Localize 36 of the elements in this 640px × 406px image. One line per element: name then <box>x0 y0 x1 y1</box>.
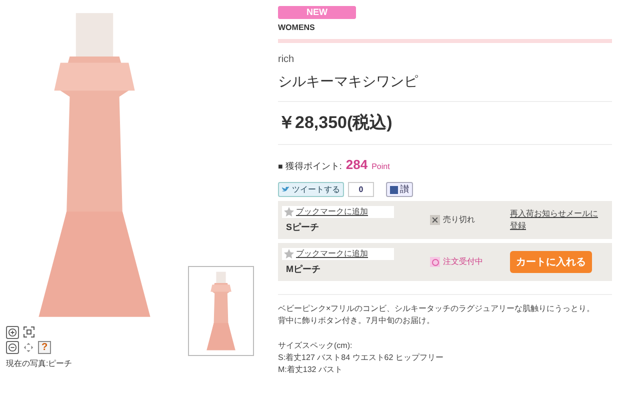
facebook-button[interactable]: 讃 <box>386 182 413 197</box>
new-badge: NEW <box>278 6 356 19</box>
thumbnail[interactable] <box>188 266 254 356</box>
bookmark-link[interactable]: ブックマークに追加 <box>282 248 394 260</box>
photo-caption: 現在の写真:ピーチ <box>6 358 74 370</box>
zoom-out-icon[interactable] <box>6 341 19 354</box>
help-button[interactable]: ? <box>38 341 51 354</box>
restock-notify-link[interactable]: 再入荷お知らせメールに登録 <box>510 208 602 232</box>
zoom-in-icon[interactable] <box>6 326 19 339</box>
spec-line: M:着丈132 バスト <box>278 364 344 376</box>
variant-name: Mピーチ <box>286 262 322 276</box>
tweet-count: 0 <box>348 182 374 197</box>
points-label: ■ 獲得ポイント: <box>278 160 342 172</box>
points-unit: Point <box>372 160 390 172</box>
circle-icon <box>430 257 440 267</box>
bookmark-link[interactable]: ブックマークに追加 <box>282 206 394 218</box>
category-label: WOMENS <box>278 22 316 34</box>
star-icon <box>284 206 294 217</box>
star-icon <box>284 248 294 259</box>
facebook-icon <box>390 186 398 194</box>
specs-title: サイズスペック(cm): <box>278 340 354 352</box>
cross-icon <box>430 215 440 225</box>
description-text: ベビーピンク×フリルのコンビ、シルキータッチのラグジュアリーな肌触りにうっとり。 <box>278 303 596 315</box>
description-text: 背中に飾りボタン付き。7月中旬のお届け。 <box>278 315 436 327</box>
stock-status: 注文受付中 <box>443 256 483 268</box>
move-icon[interactable] <box>23 342 34 353</box>
price: ￥28,350(税込) <box>278 112 394 134</box>
variant-name: Sピーチ <box>286 220 320 234</box>
fullscreen-icon[interactable] <box>23 326 35 338</box>
points-value: 284 <box>346 156 368 174</box>
tweet-button[interactable]: ツイートする <box>278 182 344 197</box>
stock-status: 売り切れ <box>443 214 475 226</box>
bird-icon <box>282 186 290 193</box>
brand-name: rich <box>278 53 296 67</box>
spec-line: S:着丈127 バスト84 ウエスト62 ヒップフリー <box>278 352 444 364</box>
product-title: シルキーマキシワンピ <box>278 72 419 91</box>
